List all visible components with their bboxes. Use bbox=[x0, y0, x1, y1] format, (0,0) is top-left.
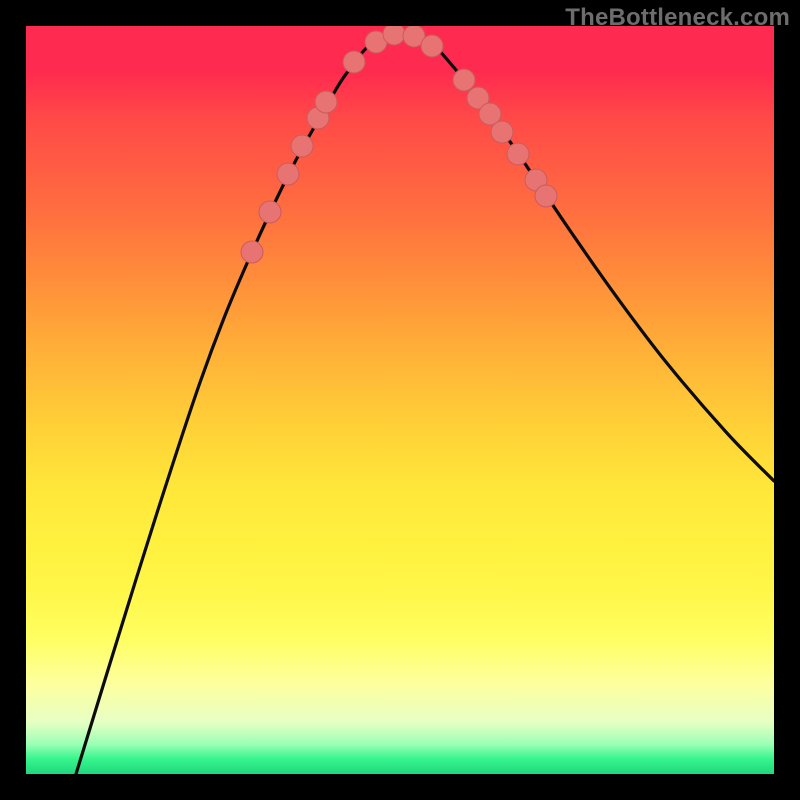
curve-marker bbox=[491, 121, 513, 143]
chart-frame: TheBottleneck.com bbox=[0, 0, 800, 800]
curve-marker bbox=[343, 51, 365, 73]
curve-markers bbox=[241, 26, 557, 263]
curve-marker bbox=[259, 201, 281, 223]
curve-marker bbox=[421, 35, 443, 57]
chart-plot-area bbox=[26, 26, 774, 774]
curve-marker bbox=[315, 91, 337, 113]
curve-marker bbox=[383, 26, 405, 45]
curve-marker bbox=[241, 241, 263, 263]
bottleneck-curve bbox=[76, 32, 774, 774]
curve-marker bbox=[277, 163, 299, 185]
curve-marker bbox=[291, 135, 313, 157]
chart-svg bbox=[26, 26, 774, 774]
curve-marker bbox=[535, 185, 557, 207]
curve-marker bbox=[507, 143, 529, 165]
curve-marker bbox=[453, 69, 475, 91]
